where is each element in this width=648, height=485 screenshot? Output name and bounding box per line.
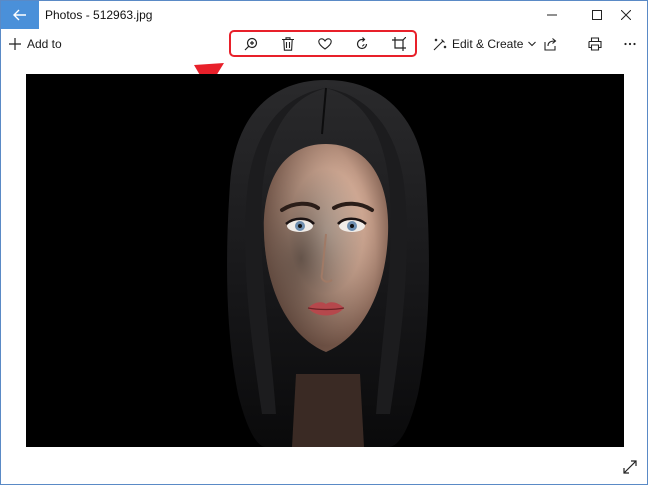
fullscreen-button[interactable] bbox=[619, 456, 641, 478]
title-bar: Photos - 512963.jpg bbox=[1, 1, 647, 29]
chevron-down-icon bbox=[528, 41, 537, 47]
share-button[interactable] bbox=[539, 33, 563, 55]
maximize-icon bbox=[592, 10, 602, 20]
plus-icon bbox=[9, 38, 21, 50]
print-icon bbox=[588, 37, 602, 51]
photo-display bbox=[26, 74, 624, 447]
portrait-photo bbox=[26, 74, 624, 447]
toolbar-highlight-box bbox=[229, 30, 417, 57]
close-button[interactable] bbox=[607, 1, 645, 29]
window-title: Photos - 512963.jpg bbox=[45, 8, 153, 22]
more-icon bbox=[624, 42, 636, 46]
edit-create-icon bbox=[433, 38, 447, 51]
close-icon bbox=[621, 10, 631, 20]
add-to-button[interactable]: Add to bbox=[9, 35, 62, 53]
more-button[interactable] bbox=[618, 33, 642, 55]
back-button[interactable] bbox=[1, 1, 39, 29]
share-icon bbox=[544, 38, 557, 51]
photos-app-window: Photos - 512963.jpg Add to Edit & Create bbox=[0, 0, 648, 485]
print-button[interactable] bbox=[583, 33, 607, 55]
minimize-icon bbox=[547, 14, 557, 16]
minimize-button[interactable] bbox=[533, 1, 571, 29]
add-to-label: Add to bbox=[27, 37, 62, 51]
expand-icon bbox=[623, 460, 637, 474]
edit-create-label: Edit & Create bbox=[452, 37, 524, 51]
edit-create-button[interactable]: Edit & Create bbox=[433, 35, 537, 53]
back-arrow-icon bbox=[13, 9, 26, 21]
